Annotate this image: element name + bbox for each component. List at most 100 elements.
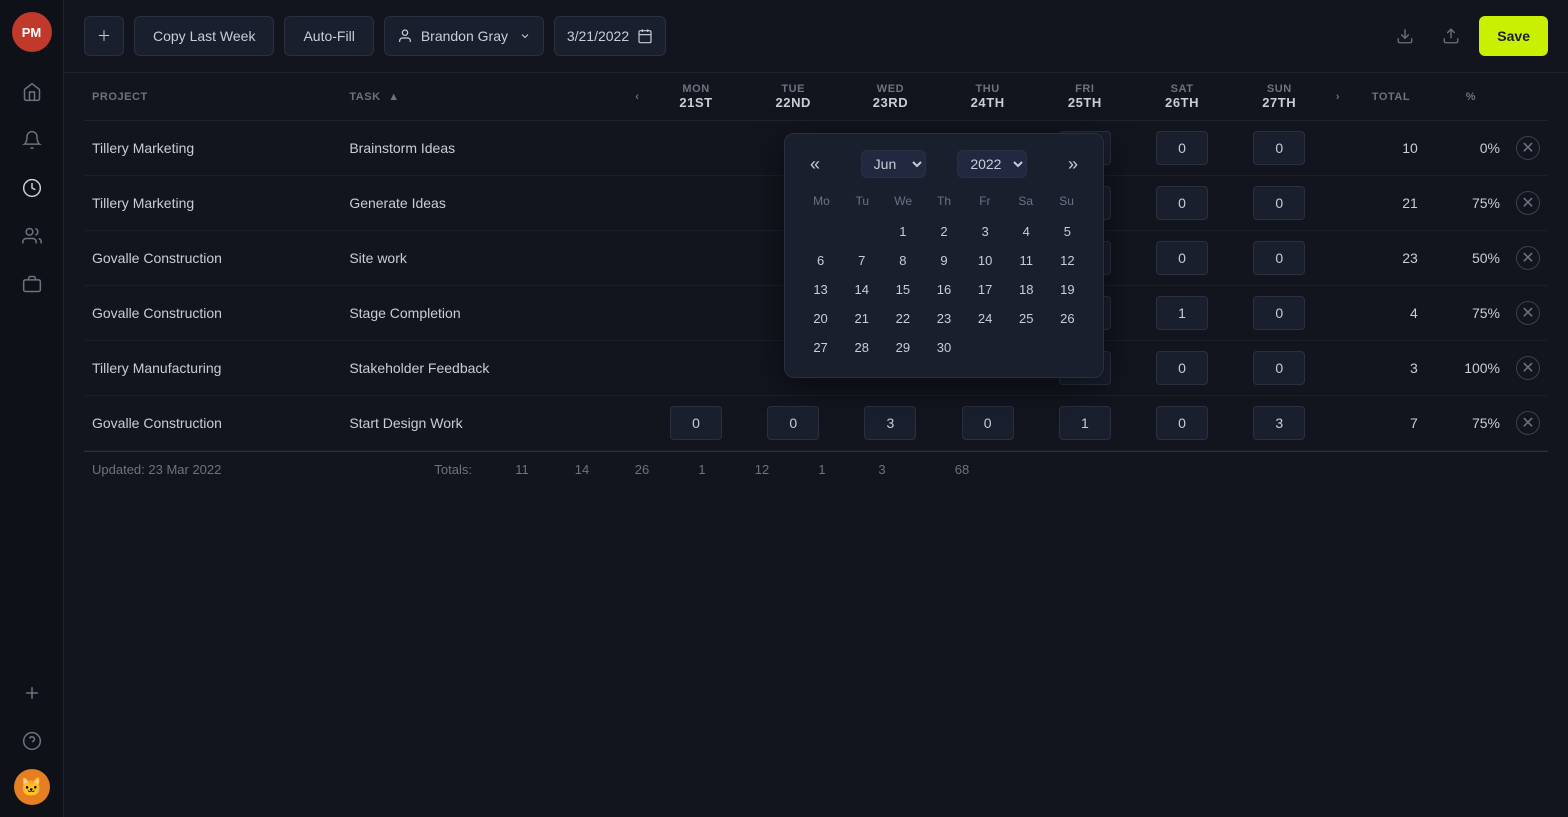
day-input[interactable]: 3 <box>1253 406 1305 440</box>
chevron-down-icon <box>519 30 531 42</box>
day-input[interactable]: 0 <box>1253 186 1305 220</box>
day-input[interactable]: 3 <box>864 406 916 440</box>
day-input[interactable]: 1 <box>1156 296 1208 330</box>
calendar-day[interactable]: 12 <box>1048 247 1087 274</box>
sidebar-item-projects[interactable] <box>12 264 52 304</box>
col-actions <box>1508 73 1548 121</box>
month-select[interactable]: JanFebMarApr MayJunJulAug SepOctNovDec <box>861 150 926 178</box>
remove-row-button[interactable]: ✕ <box>1516 246 1540 270</box>
calendar-day[interactable]: 25 <box>1007 305 1046 332</box>
calendar-day[interactable]: 30 <box>924 334 963 361</box>
day-input[interactable]: 1 <box>1059 406 1111 440</box>
cell-day-sat: 0 <box>1133 231 1230 286</box>
person-selector[interactable]: Brandon Gray <box>384 16 544 56</box>
day-input[interactable]: 0 <box>1156 131 1208 165</box>
calendar-day[interactable]: 27 <box>801 334 840 361</box>
sidebar-item-notifications[interactable] <box>12 120 52 160</box>
calendar-day[interactable]: 11 <box>1007 247 1046 274</box>
cell-pct: 50% <box>1434 231 1508 286</box>
calendar-day[interactable]: 21 <box>842 305 881 332</box>
calendar-day[interactable]: 24 <box>966 305 1005 332</box>
remove-row-button[interactable]: ✕ <box>1516 191 1540 215</box>
user-avatar[interactable]: 🐱 <box>14 769 50 805</box>
calendar-day[interactable]: 9 <box>924 247 963 274</box>
cell-day-mon <box>647 286 744 341</box>
totals-row: Updated: 23 Mar 2022 Totals: 11 14 26 1 … <box>84 451 1548 487</box>
calendar-day[interactable]: 8 <box>883 247 922 274</box>
download-button[interactable] <box>1387 18 1423 54</box>
sort-icon[interactable]: ▲ <box>388 91 399 103</box>
calendar-day[interactable]: 1 <box>883 218 922 245</box>
day-input[interactable]: 0 <box>767 406 819 440</box>
calendar-day[interactable]: 15 <box>883 276 922 303</box>
sidebar-item-time[interactable] <box>12 168 52 208</box>
day-input[interactable]: 0 <box>1156 186 1208 220</box>
calendar-day[interactable]: 16 <box>924 276 963 303</box>
cell-project: Govalle Construction <box>84 231 341 286</box>
col-expand[interactable]: › <box>1328 73 1348 121</box>
sidebar-item-add[interactable] <box>12 673 52 713</box>
day-input[interactable]: 0 <box>1253 296 1305 330</box>
calendar-day[interactable]: 14 <box>842 276 881 303</box>
cell-day-mon <box>647 176 744 231</box>
day-input[interactable]: 0 <box>1156 241 1208 275</box>
calendar-day[interactable]: 17 <box>966 276 1005 303</box>
day-input[interactable]: 0 <box>1253 131 1305 165</box>
day-input[interactable]: 0 <box>1156 351 1208 385</box>
export-button[interactable] <box>1433 18 1469 54</box>
cell-day-sun: 0 <box>1231 121 1328 176</box>
remove-row-button[interactable]: ✕ <box>1516 136 1540 160</box>
auto-fill-button[interactable]: Auto-Fill <box>284 16 373 56</box>
calendar-day[interactable]: 29 <box>883 334 922 361</box>
sidebar-item-help[interactable] <box>12 721 52 761</box>
collapse-arrow-icon[interactable]: ‹ <box>635 91 639 103</box>
cell-day-sat: 0 <box>1133 121 1230 176</box>
cell-pct: 75% <box>1434 176 1508 231</box>
cell-expand <box>1328 396 1348 451</box>
day-input[interactable]: 0 <box>670 406 722 440</box>
calendar-day[interactable]: 3 <box>966 218 1005 245</box>
sidebar-item-people[interactable] <box>12 216 52 256</box>
year-select[interactable]: 202020212022 20232024 <box>957 150 1027 178</box>
day-input[interactable]: 0 <box>962 406 1014 440</box>
calendar-picker[interactable]: « JanFebMarApr MayJunJulAug SepOctNovDec… <box>784 133 1104 378</box>
calendar-day[interactable]: 20 <box>801 305 840 332</box>
cell-collapse <box>627 396 647 451</box>
calendar-day[interactable]: 26 <box>1048 305 1087 332</box>
totals-sat: 1 <box>792 462 852 477</box>
calendar-icon[interactable] <box>637 28 653 44</box>
remove-row-button[interactable]: ✕ <box>1516 301 1540 325</box>
day-input[interactable]: 0 <box>1253 241 1305 275</box>
save-button[interactable]: Save <box>1479 16 1548 56</box>
calendar-day[interactable]: 6 <box>801 247 840 274</box>
calendar-day[interactable]: 22 <box>883 305 922 332</box>
cell-day-sat: 0 <box>1133 176 1230 231</box>
col-pct: % <box>1434 73 1508 121</box>
day-input[interactable]: 0 <box>1253 351 1305 385</box>
app-logo[interactable]: PM <box>12 12 52 52</box>
col-wed: Wed 23rd <box>842 73 939 121</box>
remove-row-button[interactable]: ✕ <box>1516 411 1540 435</box>
calendar-day[interactable]: 28 <box>842 334 881 361</box>
calendar-day[interactable]: 7 <box>842 247 881 274</box>
day-input[interactable]: 0 <box>1156 406 1208 440</box>
calendar-day[interactable]: 2 <box>924 218 963 245</box>
remove-row-button[interactable]: ✕ <box>1516 356 1540 380</box>
date-input[interactable]: 3/21/2022 <box>554 16 666 56</box>
calendar-day[interactable]: 13 <box>801 276 840 303</box>
calendar-day[interactable]: 10 <box>966 247 1005 274</box>
calendar-day[interactable]: 5 <box>1048 218 1087 245</box>
sidebar-item-home[interactable] <box>12 72 52 112</box>
calendar-prev-button[interactable]: « <box>801 150 829 178</box>
cell-collapse <box>627 286 647 341</box>
expand-arrow-icon[interactable]: › <box>1336 91 1340 103</box>
calendar-day[interactable]: 19 <box>1048 276 1087 303</box>
calendar-next-button[interactable]: » <box>1059 150 1087 178</box>
add-row-button[interactable]: ＋ <box>84 16 124 56</box>
calendar-day[interactable]: 4 <box>1007 218 1046 245</box>
copy-last-week-button[interactable]: Copy Last Week <box>134 16 274 56</box>
col-tue: Tue 22nd <box>745 73 842 121</box>
calendar-day[interactable]: 18 <box>1007 276 1046 303</box>
col-collapse[interactable]: ‹ <box>627 73 647 121</box>
calendar-day[interactable]: 23 <box>924 305 963 332</box>
